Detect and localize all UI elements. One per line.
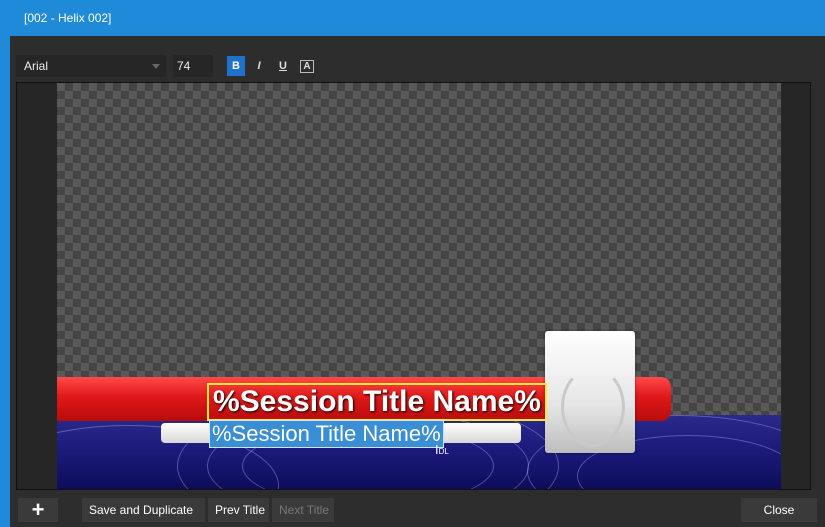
font-family-dropdown[interactable]: Arial [16,55,166,77]
title-canvas[interactable]: %Session Title Name% %Session Title Name… [57,83,781,489]
font-family-value: Arial [24,59,49,73]
save-and-duplicate-button[interactable]: Save and Duplicate [82,498,205,522]
outline-button-label: A [300,60,314,73]
logo-arc [561,367,625,447]
outline-button[interactable]: A [298,56,316,76]
editor-workspace: %Session Title Name% %Session Title Name… [16,82,811,490]
window-accent-strip [0,0,10,527]
title-text-box[interactable]: %Session Title Name% [207,383,547,421]
italic-button[interactable]: I [250,56,268,76]
window-title: [002 - Helix 002] [24,11,112,25]
window-titlebar[interactable]: [002 - Helix 002] [10,0,825,36]
add-icon[interactable]: + [18,498,58,522]
logo-card[interactable] [545,331,635,453]
text-cursor-icon: IDL [435,442,449,457]
title-editor-window: [002 - Helix 002] Arial 74 B I U A %Sess… [0,0,825,527]
font-size-field[interactable]: 74 [173,55,213,77]
next-title-button[interactable]: Next Title [272,498,334,522]
cursor-label: DL [438,447,449,456]
underline-button[interactable]: U [274,56,292,76]
close-button[interactable]: Close [741,498,817,522]
subtitle-text-box[interactable]: %Session Title Name% [209,420,444,448]
bold-button[interactable]: B [227,56,245,76]
prev-title-button[interactable]: Prev Title [208,498,269,522]
text-format-toolbar: Arial 74 B I U A [10,36,825,82]
bottom-action-bar: + Save and Duplicate Prev Title Next Tit… [10,492,825,527]
caret-down-icon [152,64,160,69]
